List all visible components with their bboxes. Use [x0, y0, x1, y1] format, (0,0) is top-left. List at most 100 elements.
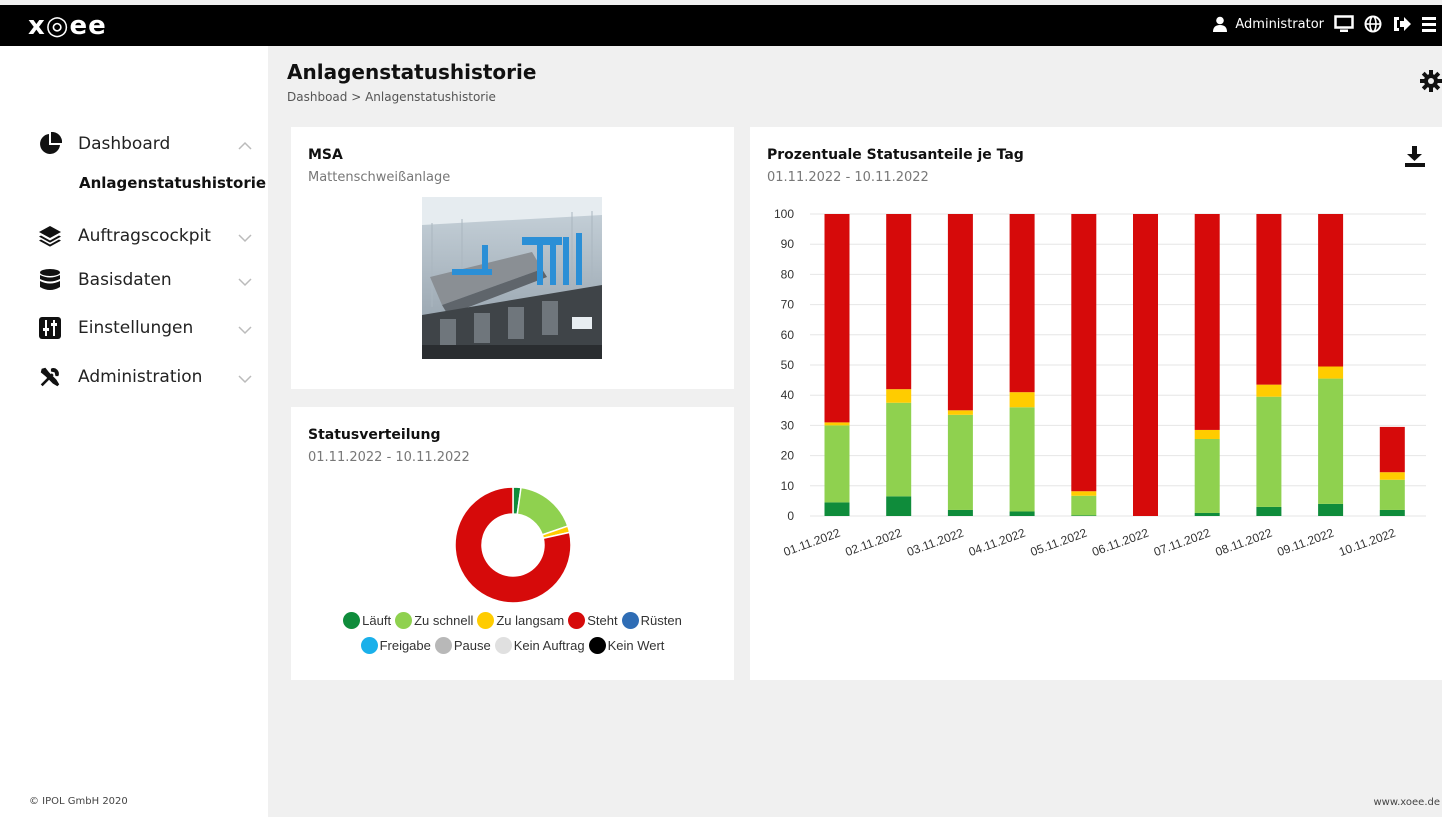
bar-segment[interactable] [1256, 384, 1282, 397]
bar-segment[interactable] [1009, 214, 1035, 393]
legend-row-2: Freigabe Pause Kein Auftrag Kein Wert [291, 637, 734, 654]
x-tick-label: 08.11.2022 [1214, 526, 1275, 560]
bar-segment[interactable] [824, 214, 850, 423]
menu-icon[interactable] [1422, 15, 1436, 33]
bar-segment[interactable] [1133, 214, 1158, 516]
chevron-down-icon[interactable] [238, 320, 252, 339]
bar-segment[interactable] [1009, 392, 1035, 408]
sidebar-item-basisdaten[interactable]: Basisdaten [38, 266, 258, 294]
user-menu[interactable]: Administrator [1212, 16, 1324, 32]
download-icon[interactable] [1404, 145, 1426, 167]
bar-segment[interactable] [824, 425, 850, 503]
sidebar: Dashboard Anlagenstatushistorie Auftrags… [0, 46, 268, 817]
bar-segment[interactable] [947, 414, 973, 510]
user-icon [1213, 16, 1228, 32]
donut-chart [454, 486, 572, 604]
bar-chart-title: Prozentuale Statusanteile je Tag [767, 147, 1024, 163]
bar-segment[interactable] [1318, 366, 1344, 379]
y-tick-label: 0 [787, 509, 794, 523]
legend-item-freigabe[interactable]: Freigabe [360, 637, 431, 654]
legend-item-kein-wert[interactable]: Kein Wert [588, 637, 664, 654]
legend-item-pause[interactable]: Pause [434, 637, 491, 654]
legend-item-steht[interactable]: Steht [568, 612, 618, 629]
sidebar-item-label: Basisdaten [78, 270, 172, 290]
msa-card: MSA Mattenschweißanlage [291, 127, 734, 389]
layers-icon [38, 224, 62, 248]
bar-segment[interactable] [1009, 511, 1035, 516]
legend-item-ruesten[interactable]: Rüsten [621, 612, 682, 629]
bar-segment[interactable] [1318, 503, 1344, 516]
chevron-down-icon[interactable] [238, 272, 252, 291]
breadcrumb[interactable]: Dashboad > Anlagenstatushistorie [287, 90, 496, 104]
app-logo[interactable]: x◎ee [28, 11, 107, 41]
donut-slice-1[interactable] [516, 486, 569, 536]
pie-chart-icon [38, 132, 62, 156]
bar-segment[interactable] [886, 402, 912, 497]
chevron-up-icon[interactable] [238, 136, 252, 155]
y-tick-label: 100 [774, 207, 794, 221]
bar-segment[interactable] [886, 389, 912, 403]
y-tick-label: 60 [781, 328, 795, 342]
sidebar-item-auftragscockpit[interactable]: Auftragscockpit [38, 222, 258, 250]
bar-segment[interactable] [824, 502, 850, 516]
status-distribution-card: Statusverteilung 01.11.2022 - 10.11.2022… [291, 407, 734, 680]
bar-segment[interactable] [1194, 429, 1220, 439]
bar-segment[interactable] [947, 410, 973, 415]
x-tick-label: 03.11.2022 [905, 526, 966, 560]
bar-segment[interactable] [1318, 378, 1344, 504]
x-tick-label: 05.11.2022 [1028, 526, 1089, 560]
sidebar-item-label: Auftragscockpit [78, 226, 211, 246]
sidebar-subitem-anlagenstatushistorie[interactable]: Anlagenstatushistorie [79, 174, 266, 192]
bar-segment[interactable] [1071, 214, 1097, 492]
sidebar-item-administration[interactable]: Administration [38, 363, 258, 391]
bar-segment[interactable] [1009, 407, 1035, 512]
bar-segment[interactable] [886, 496, 912, 516]
bar-segment[interactable] [1379, 479, 1405, 510]
bar-segment[interactable] [1256, 396, 1282, 507]
bar-segment[interactable] [886, 214, 912, 390]
msa-title: MSA [308, 147, 343, 163]
bar-segment[interactable] [1071, 495, 1097, 516]
legend-item-kein-auftrag[interactable]: Kein Auftrag [494, 637, 585, 654]
y-tick-label: 50 [781, 358, 795, 372]
bar-segment[interactable] [824, 422, 850, 426]
x-tick-label: 02.11.2022 [843, 526, 904, 560]
sidebar-item-label: Dashboard [78, 134, 171, 154]
bar-segment[interactable] [1318, 214, 1344, 367]
bar-segment[interactable] [947, 509, 973, 516]
globe-icon[interactable] [1364, 15, 1382, 33]
monitor-icon[interactable] [1334, 15, 1354, 33]
legend-row-1: Läuft Zu schnell Zu langsam Steht Rüsten [291, 612, 734, 629]
legend-item-zu-langsam[interactable]: Zu langsam [477, 612, 564, 629]
bar-segment[interactable] [1194, 438, 1220, 513]
bar-segment[interactable] [947, 214, 973, 411]
bar-segment[interactable] [1379, 472, 1405, 480]
bar-segment[interactable] [1256, 214, 1282, 385]
chevron-down-icon[interactable] [238, 369, 252, 388]
sidebar-item-dashboard[interactable]: Dashboard [38, 130, 258, 158]
bar-segment[interactable] [1071, 515, 1097, 516]
bar-segment[interactable] [1194, 512, 1220, 516]
legend-item-zu-schnell[interactable]: Zu schnell [395, 612, 473, 629]
chevron-down-icon[interactable] [238, 228, 252, 247]
bar-segment[interactable] [1071, 491, 1097, 496]
bar-segment[interactable] [1379, 509, 1405, 516]
sliders-icon [38, 316, 62, 340]
legend-item-laeuft[interactable]: Läuft [343, 612, 391, 629]
bar-chart-subtitle: 01.11.2022 - 10.11.2022 [767, 170, 929, 185]
y-tick-label: 70 [781, 298, 795, 312]
sidebar-item-einstellungen[interactable]: Einstellungen [38, 314, 258, 342]
website-link[interactable]: www.xoee.de [1373, 797, 1440, 808]
sidebar-item-label: Administration [78, 367, 203, 387]
bar-segment[interactable] [1379, 426, 1405, 473]
bar-segment[interactable] [1194, 214, 1220, 430]
y-tick-label: 10 [781, 479, 795, 493]
y-tick-label: 80 [781, 267, 795, 281]
logout-icon[interactable] [1392, 15, 1412, 33]
daily-status-card: Prozentuale Statusanteile je Tag 01.11.2… [750, 127, 1442, 680]
bar-segment[interactable] [1256, 506, 1282, 516]
gear-icon[interactable] [1420, 70, 1442, 92]
tools-icon [38, 365, 62, 389]
y-tick-label: 90 [781, 237, 795, 251]
y-tick-label: 30 [781, 418, 795, 432]
